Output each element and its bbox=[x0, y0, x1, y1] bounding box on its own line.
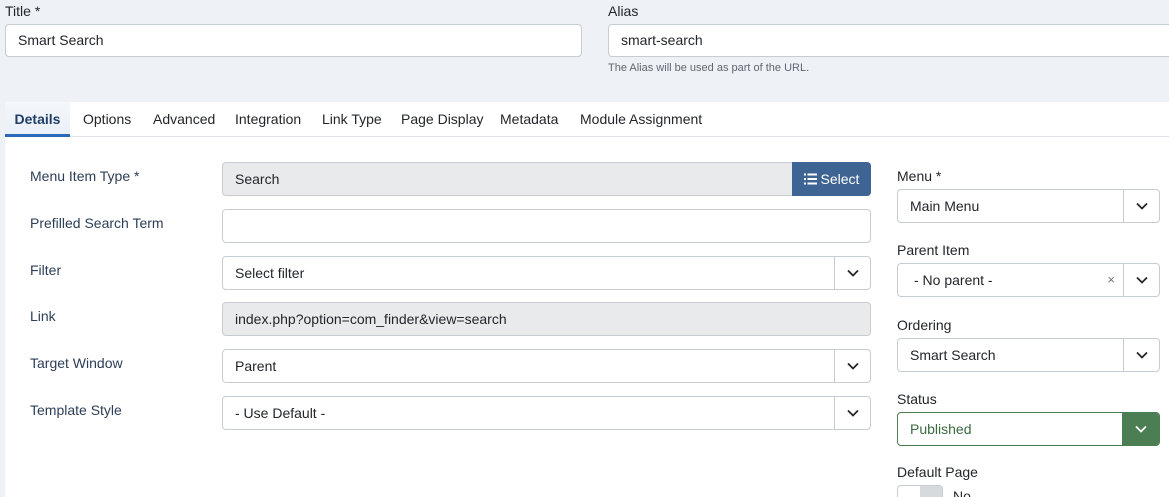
target-window-value: Parent bbox=[235, 358, 277, 374]
default-page-value: No bbox=[953, 488, 971, 497]
select-button-label: Select bbox=[820, 171, 860, 187]
tab-link-type[interactable]: Link Type bbox=[322, 102, 382, 137]
chevron-down-icon bbox=[834, 397, 870, 429]
filter-value: Select filter bbox=[235, 265, 305, 281]
filter-select[interactable]: Select filter bbox=[222, 256, 871, 290]
tab-details[interactable]: Details bbox=[5, 102, 70, 137]
status-select[interactable]: Published bbox=[897, 412, 1160, 446]
menu-item-type-value: Search bbox=[235, 171, 280, 187]
prefilled-search-term-label: Prefilled Search Term bbox=[30, 215, 164, 231]
toggle-knob bbox=[920, 486, 942, 497]
alias-input[interactable]: smart-search bbox=[608, 24, 1169, 57]
parent-item-value: - No parent - bbox=[914, 272, 993, 288]
link-field: index.php?option=com_finder&view=search bbox=[222, 302, 871, 336]
menu-item-type-field: Search Select bbox=[222, 162, 871, 196]
template-style-value: - Use Default - bbox=[235, 405, 326, 421]
tab-integration[interactable]: Integration bbox=[235, 102, 301, 137]
menu-label: Menu * bbox=[897, 168, 942, 184]
menu-value: Main Menu bbox=[910, 198, 980, 214]
list-icon bbox=[803, 173, 817, 185]
chevron-down-icon bbox=[834, 350, 870, 382]
tab-module-assignment[interactable]: Module Assignment bbox=[580, 102, 702, 137]
default-page-toggle[interactable] bbox=[897, 485, 943, 497]
ordering-label: Ordering bbox=[897, 317, 952, 333]
item-header: Title * Smart Search Alias smart-search … bbox=[0, 0, 1169, 102]
tab-bar: Details Options Advanced Integration Lin… bbox=[5, 102, 1169, 137]
chevron-down-icon bbox=[1123, 339, 1159, 371]
parent-item-select[interactable]: - No parent - × bbox=[897, 263, 1160, 297]
alias-hint: The Alias will be used as part of the UR… bbox=[608, 62, 810, 74]
menu-item-type-label: Menu Item Type * bbox=[30, 168, 140, 184]
tab-options[interactable]: Options bbox=[83, 102, 131, 137]
link-label: Link bbox=[30, 308, 56, 324]
ordering-value: Smart Search bbox=[910, 347, 996, 363]
chevron-down-icon bbox=[1122, 413, 1159, 445]
tab-advanced[interactable]: Advanced bbox=[153, 102, 215, 137]
filter-label: Filter bbox=[30, 262, 62, 278]
ordering-select[interactable]: Smart Search bbox=[897, 338, 1160, 372]
chevron-down-icon bbox=[1123, 264, 1159, 296]
tab-page-display[interactable]: Page Display bbox=[401, 102, 484, 137]
alias-label: Alias bbox=[608, 3, 639, 19]
clear-icon[interactable]: × bbox=[1107, 264, 1115, 296]
status-value: Published bbox=[910, 421, 972, 437]
parent-item-label: Parent Item bbox=[897, 242, 970, 258]
chevron-down-icon bbox=[1123, 190, 1159, 222]
target-window-select[interactable]: Parent bbox=[222, 349, 871, 383]
template-style-label: Template Style bbox=[30, 402, 122, 418]
chevron-down-icon bbox=[834, 257, 870, 289]
default-page-label: Default Page bbox=[897, 464, 978, 480]
template-style-select[interactable]: - Use Default - bbox=[222, 396, 871, 430]
target-window-label: Target Window bbox=[30, 355, 123, 371]
tab-metadata[interactable]: Metadata bbox=[500, 102, 558, 137]
status-label: Status bbox=[897, 391, 937, 407]
prefilled-search-term-input[interactable] bbox=[222, 209, 871, 243]
title-input[interactable]: Smart Search bbox=[5, 24, 582, 57]
title-label: Title * bbox=[5, 3, 41, 19]
select-menu-item-type-button[interactable]: Select bbox=[792, 162, 871, 196]
menu-select[interactable]: Main Menu bbox=[897, 189, 1160, 223]
